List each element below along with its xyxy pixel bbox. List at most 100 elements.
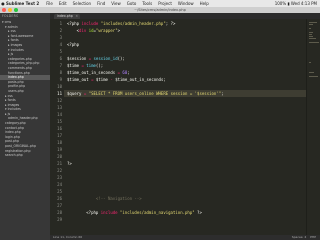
syntax-indicator[interactable]: Spaces: 4 PHP bbox=[292, 235, 316, 240]
cursor-position: Line 11, Column 66 bbox=[53, 235, 83, 239]
code-token: < bbox=[67, 28, 80, 33]
minimap-line bbox=[309, 36, 314, 37]
code-line: $time_out = $time - $time_out_in_seconds… bbox=[67, 77, 166, 82]
menu-status: 100% ▮ Wed 4:13 PM bbox=[274, 1, 317, 6]
menu-item-help[interactable]: Help bbox=[200, 1, 209, 6]
menu-item-edit[interactable]: Edit bbox=[59, 1, 67, 6]
code-editor[interactable]: <?php include "includes/admin_header.php… bbox=[64, 19, 306, 235]
minimap-line bbox=[309, 62, 311, 63]
menu-item-file[interactable]: File bbox=[46, 1, 53, 6]
line-number: 27 bbox=[57, 203, 62, 208]
code-token: "includes/admin_navigation.php" bbox=[119, 210, 195, 215]
line-number: 13 bbox=[57, 105, 62, 110]
code-line: <?php include "includes/admin_header.php… bbox=[67, 21, 175, 26]
code-token: "wrapper" bbox=[95, 28, 118, 33]
sidebar: FOLDERS ▾ cms ▾ admin ▸ css ▸ font-awesome ▸… bbox=[0, 13, 50, 240]
line-number: 7 bbox=[59, 63, 62, 68]
code-line: <div id="wrapper"> bbox=[67, 28, 120, 33]
line-number: 28 bbox=[57, 210, 62, 215]
code-token: $session bbox=[67, 56, 89, 61]
indent-setting[interactable]: Spaces: 4 bbox=[292, 235, 307, 239]
code-token: $time bbox=[95, 77, 111, 82]
minimap-line bbox=[309, 76, 319, 77]
minimap-line bbox=[309, 28, 311, 29]
code-token: <?php bbox=[67, 42, 80, 47]
line-number: 24 bbox=[57, 182, 62, 187]
code-token: include bbox=[100, 210, 120, 215]
line-number: 21 bbox=[57, 161, 62, 166]
line-number: 8 bbox=[59, 70, 62, 75]
code-line: $time_out_in_seconds = 60; bbox=[67, 70, 130, 75]
code-token: $time_out_in_seconds; bbox=[115, 77, 166, 82]
menu-item-find[interactable]: Find bbox=[97, 1, 105, 6]
tab-label: index.php bbox=[57, 14, 73, 18]
menu-bar: ● Sublime Text 2 File Edit Selection Find Vi… bbox=[0, 0, 320, 7]
line-number: 1 bbox=[59, 21, 62, 26]
menu-item-project[interactable]: Project bbox=[158, 1, 172, 6]
code-token: (); bbox=[95, 63, 104, 68]
line-number: 29 bbox=[57, 217, 62, 222]
line-number-gutter: 1 2 3 4 5 6 7 8 9 10 11 12 13 14 15 16 17 18 19 20 21 22 23 24 2… bbox=[50, 19, 64, 235]
minimap-line bbox=[309, 34, 312, 35]
code-token: <!-- Navigation --> bbox=[67, 196, 142, 201]
line-number: 19 bbox=[57, 147, 62, 152]
line-number: 4 bbox=[59, 42, 62, 47]
minimap[interactable] bbox=[306, 19, 320, 235]
code-line: ?> bbox=[67, 161, 72, 166]
minimap-line bbox=[309, 22, 317, 23]
line-number: 2 bbox=[59, 28, 62, 33]
syntax-mode[interactable]: PHP bbox=[310, 235, 316, 239]
status-bar: Line 11, Column 66 Spaces: 4 PHP bbox=[50, 235, 320, 240]
code-token: <?php bbox=[67, 21, 82, 26]
minimap-line bbox=[309, 24, 313, 25]
menu-item-window[interactable]: Window bbox=[178, 1, 194, 6]
code-token: $time_out_in_seconds bbox=[67, 70, 118, 75]
code-token: include bbox=[81, 21, 101, 26]
line-number: 23 bbox=[57, 175, 62, 180]
code-line: $time = time(); bbox=[67, 63, 103, 68]
minimap-line bbox=[309, 72, 315, 73]
code-token: ; bbox=[221, 91, 224, 96]
menu-item-view[interactable]: View bbox=[111, 1, 121, 6]
minimap-line bbox=[309, 42, 319, 43]
code-token: time bbox=[86, 63, 96, 68]
line-number: 22 bbox=[57, 168, 62, 173]
line-number: 11 bbox=[57, 91, 62, 96]
code-token: (); bbox=[117, 56, 125, 61]
code-line: <?php bbox=[67, 42, 79, 47]
menu-items: File Edit Selection Find View Goto Tools Projec… bbox=[46, 1, 215, 6]
line-number: 9 bbox=[59, 77, 62, 82]
code-line: $query = "SELECT * FROM users_online WHE… bbox=[67, 91, 224, 96]
code-token: $time_out bbox=[67, 77, 92, 82]
menu-item-tools[interactable]: Tools bbox=[142, 1, 152, 6]
code-line: <!-- Navigation --> bbox=[67, 196, 142, 201]
code-token: ?> bbox=[67, 161, 72, 166]
minimap-line bbox=[309, 38, 316, 39]
code-line: <?php include "includes/admin_navigation… bbox=[67, 210, 202, 215]
code-token: ; ?> bbox=[165, 21, 176, 26]
code-token: > bbox=[117, 28, 121, 33]
line-number: 17 bbox=[57, 133, 62, 138]
line-number: 6 bbox=[59, 56, 62, 61]
line-number: 14 bbox=[57, 112, 62, 117]
code-token: "includes/admin_header.php" bbox=[100, 21, 166, 26]
app-name-menu[interactable]: Sublime Text 2 bbox=[6, 1, 39, 6]
menu-item-selection[interactable]: Selection bbox=[73, 1, 91, 6]
minimap-line bbox=[309, 32, 313, 33]
code-token: $time bbox=[67, 63, 82, 68]
code-token: "SELECT * FROM users_online WHERE sessio… bbox=[88, 91, 222, 96]
code-token: ?> bbox=[194, 210, 202, 215]
sidebar-item[interactable]: search.php bbox=[0, 153, 50, 158]
line-number: 16 bbox=[57, 126, 62, 131]
line-number: 20 bbox=[57, 154, 62, 159]
line-number: 3 bbox=[59, 35, 62, 40]
line-number: 12 bbox=[57, 98, 62, 103]
menu-item-goto[interactable]: Goto bbox=[127, 1, 137, 6]
line-number: 18 bbox=[57, 140, 62, 145]
line-number: 25 bbox=[57, 189, 62, 194]
line-number: 26 bbox=[57, 196, 62, 201]
code-token: <?php bbox=[67, 210, 101, 215]
line-number: 5 bbox=[59, 49, 62, 54]
line-number: 10 bbox=[57, 84, 62, 89]
code-token: ; bbox=[127, 70, 130, 75]
